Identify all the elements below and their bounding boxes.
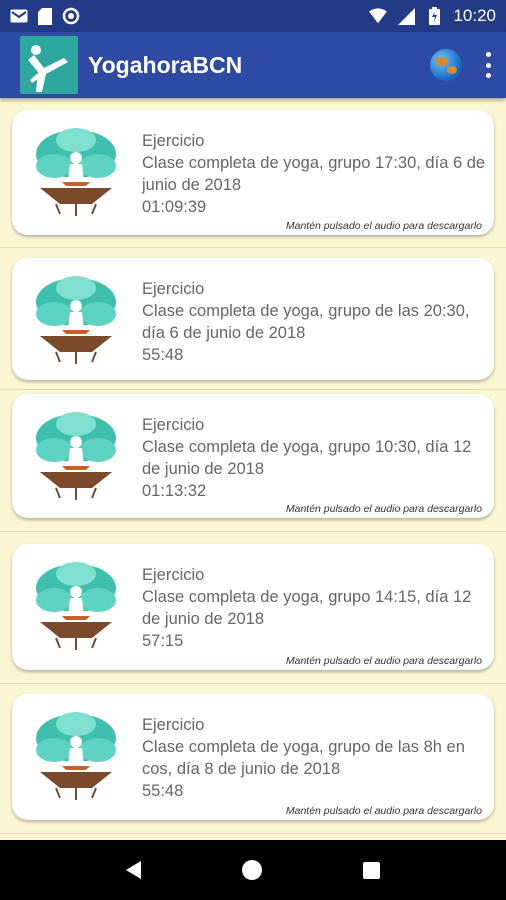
item-duration: 01:09:39: [142, 198, 207, 216]
item-duration: 55:48: [142, 346, 184, 364]
more-vert-icon[interactable]: [484, 52, 492, 78]
download-hint: Mantén pulsado el audio para descargarlo: [285, 220, 482, 232]
item-label: Ejercicio: [142, 566, 205, 584]
sd-card-icon: [36, 7, 54, 25]
list-item: Ejercicio Clase completa de yoga, grupo …: [0, 98, 506, 248]
battery-charging-icon: [425, 7, 443, 25]
back-icon[interactable]: [125, 861, 141, 879]
item-label: Ejercicio: [142, 716, 205, 734]
list-item: Ejercicio Clase completa de yoga, grupo …: [0, 684, 506, 834]
download-hint: Mantén pulsado el audio para descargarlo: [285, 805, 482, 817]
audio-card[interactable]: Ejercicio Clase completa de yoga, grupo …: [12, 258, 494, 380]
item-label: Ejercicio: [142, 280, 205, 298]
list-item: Ejercicio Clase completa de yoga, grupo …: [0, 390, 506, 532]
gmail-icon: [10, 7, 28, 25]
recents-icon[interactable]: [363, 861, 381, 879]
yoga-tree-icon: [36, 712, 116, 800]
yoga-tree-icon: [36, 128, 116, 216]
audio-card[interactable]: Ejercicio Clase completa de yoga, grupo …: [12, 110, 494, 235]
yoga-tree-icon: [36, 276, 116, 364]
wifi-icon: [369, 7, 388, 25]
globe-icon[interactable]: [430, 49, 462, 81]
list-item: Ejercicio Clase completa de yoga, grupo …: [0, 248, 506, 390]
item-duration: 01:13:32: [142, 482, 207, 500]
download-hint: Mantén pulsado el audio para descargarlo: [285, 503, 482, 515]
item-duration: 55:48: [142, 782, 184, 800]
item-title: Clase completa de yoga, grupo de las 20:…: [142, 302, 470, 342]
app-bar: YogahoraBCN: [0, 32, 506, 98]
list-item: Ejercicio Clase completa de yoga, grupo …: [0, 532, 506, 684]
item-label: Ejercicio: [142, 132, 205, 150]
download-hint: Mantén pulsado el audio para descargarlo: [285, 655, 482, 667]
signal-icon: [397, 7, 415, 25]
clock: 10:20: [453, 6, 496, 25]
audio-card[interactable]: Ejercicio Clase completa de yoga, grupo …: [12, 694, 494, 820]
item-duration: 57:15: [142, 632, 184, 650]
audio-card[interactable]: Ejercicio Clase completa de yoga, grupo …: [12, 394, 494, 518]
audio-card[interactable]: Ejercicio Clase completa de yoga, grupo …: [12, 544, 494, 670]
item-title: Clase completa de yoga, grupo de las 8h …: [142, 738, 465, 778]
item-label: Ejercicio: [142, 416, 205, 434]
audio-list: Ejercicio Clase completa de yoga, grupo …: [0, 98, 506, 840]
yoga-tree-icon: [36, 412, 116, 500]
yoga-pose-logo-icon: [20, 36, 78, 94]
yoga-tree-icon: [36, 562, 116, 650]
navigation-bar: [0, 840, 506, 900]
sync-icon: [62, 7, 80, 25]
status-bar: 10:20: [0, 0, 506, 32]
item-title: Clase completa de yoga, grupo 17:30, día…: [142, 154, 486, 194]
app-title: YogahoraBCN: [88, 51, 243, 78]
item-title: Clase completa de yoga, grupo 10:30, día…: [142, 438, 472, 478]
item-title: Clase completa de yoga, grupo 14:15, día…: [142, 588, 472, 628]
home-icon[interactable]: [241, 860, 262, 880]
